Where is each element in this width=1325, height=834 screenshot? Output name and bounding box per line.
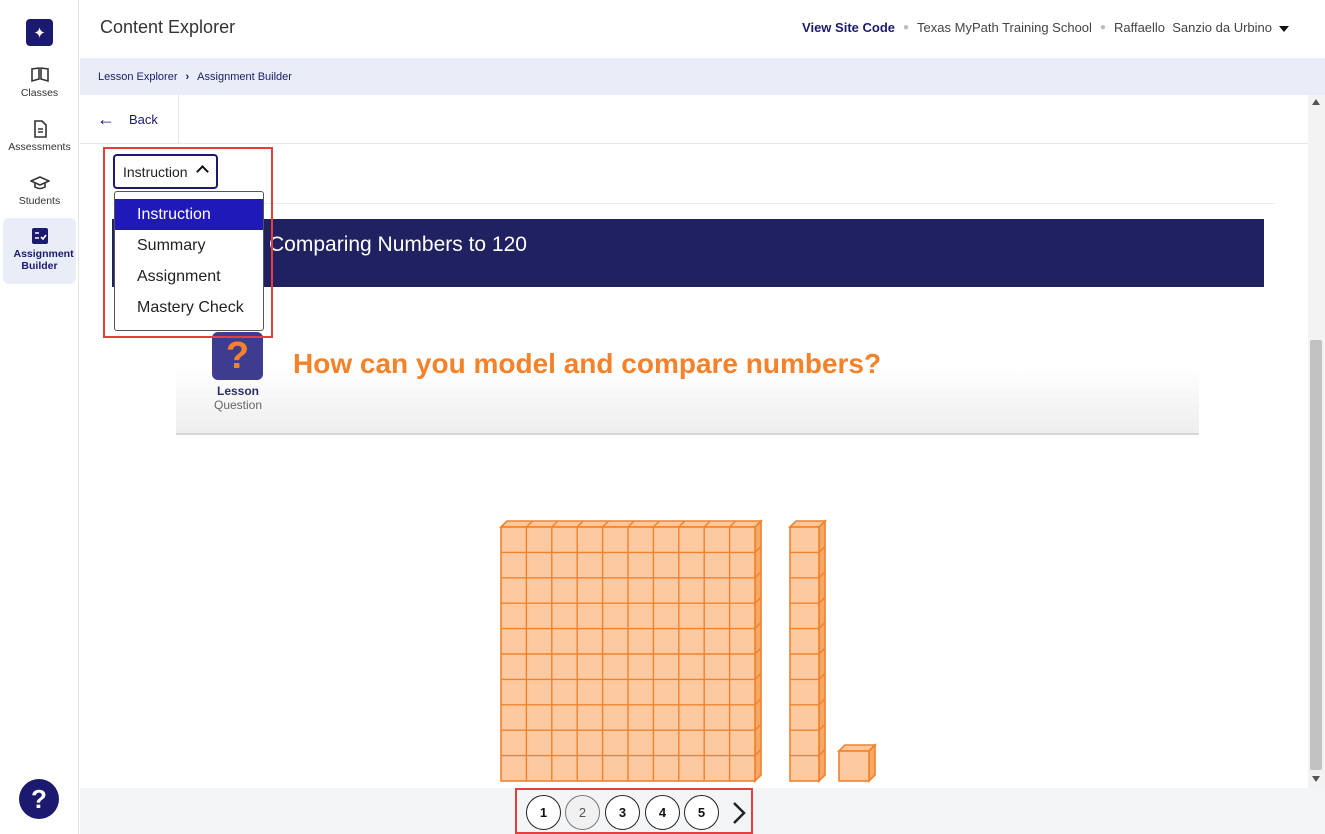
page-button-5[interactable]: 5 — [684, 795, 719, 830]
option-instruction[interactable]: Instruction — [115, 199, 263, 230]
user-name: Raffaello Sanzio da Urbino — [1113, 20, 1272, 35]
caret-down-icon — [1279, 25, 1289, 32]
chevron-right-icon[interactable] — [730, 800, 748, 826]
section-select-menu: Instruction Summary Assignment Mastery C… — [114, 191, 264, 331]
sidebar-item-label: Assessments — [8, 141, 71, 153]
breadcrumb: Lesson Explorer › Assignment Builder — [80, 58, 1325, 95]
back-label: Back — [129, 111, 158, 127]
sidebar-item-assignment-builder[interactable]: Assignment Builder — [3, 218, 76, 284]
lesson-question-label-line1: Lesson — [216, 384, 259, 398]
sidebar-item-label: Assignment Builder — [13, 248, 74, 272]
user-menu[interactable]: Raffaello Sanzio da Urbino — [1114, 20, 1289, 35]
arrow-left-icon: ← — [97, 108, 115, 129]
vertical-scrollbar[interactable] — [1308, 95, 1325, 788]
scroll-thumb[interactable] — [1310, 340, 1322, 770]
left-sidebar: ✦ Classes Assessments Students Assignmen… — [0, 0, 79, 834]
hundreds-flat-block — [499, 519, 763, 783]
sidebar-item-students[interactable]: Students — [3, 171, 76, 211]
scroll-down-icon[interactable] — [1312, 776, 1320, 782]
question-mark-icon: ? — [212, 332, 263, 380]
base-ten-blocks-illustration — [499, 519, 877, 783]
lesson-question-panel: ? Lesson Question How can you model and … — [176, 330, 1199, 435]
chevron-right-icon: › — [185, 70, 190, 83]
breadcrumb-lesson-explorer[interactable]: Lesson Explorer — [98, 71, 178, 83]
back-row: ← Back — [80, 95, 1308, 144]
lesson-title-banner: Comparing Numbers to 120 — [112, 219, 1264, 287]
page-button-3[interactable]: 3 — [605, 795, 640, 830]
option-assignment[interactable]: Assignment — [115, 261, 263, 292]
lesson-question-label: Lesson Question — [202, 384, 274, 412]
header-account-info: View Site Code ● Texas MyPath Training S… — [802, 20, 1289, 35]
back-button[interactable]: ← Back — [80, 95, 179, 143]
sidebar-item-classes[interactable]: Classes — [3, 63, 76, 103]
top-header: Content Explorer View Site Code ● Texas … — [80, 0, 1325, 58]
section-select-value: Instruction — [123, 163, 188, 180]
divider — [112, 203, 1275, 204]
help-icon: ? — [31, 783, 47, 814]
lesson-question-text: How can you model and compare numbers? — [293, 348, 882, 379]
separator-dot: ● — [903, 22, 910, 33]
checklist-icon — [31, 228, 48, 244]
app-logo-icon[interactable]: ✦ — [26, 19, 53, 46]
sidebar-item-assessments[interactable]: Assessments — [3, 117, 76, 157]
page-button-2[interactable]: 2 — [565, 795, 600, 830]
lesson-title: Comparing Numbers to 120 — [269, 233, 527, 256]
document-icon — [33, 120, 47, 138]
chevron-up-icon — [196, 165, 209, 178]
sidebar-item-label: Classes — [20, 87, 59, 99]
view-site-code-link[interactable]: View Site Code — [802, 20, 895, 35]
lesson-question-label-line2: Question — [213, 398, 263, 412]
sidebar-item-label: Students — [18, 195, 61, 207]
page-button-1[interactable]: 1 — [526, 795, 561, 830]
section-select[interactable]: Instruction — [113, 154, 218, 189]
help-button[interactable]: ? — [19, 779, 59, 819]
book-icon — [30, 67, 49, 83]
ones-unit-cube — [837, 743, 877, 783]
option-summary[interactable]: Summary — [115, 230, 263, 261]
school-name: Texas MyPath Training School — [917, 20, 1092, 35]
separator-dot: ● — [1099, 22, 1106, 33]
tens-rod-block — [788, 519, 827, 783]
page-title: Content Explorer — [100, 17, 236, 37]
breadcrumb-assignment-builder[interactable]: Assignment Builder — [197, 71, 292, 83]
graduation-cap-icon — [29, 176, 50, 190]
scroll-up-icon[interactable] — [1312, 99, 1320, 105]
option-mastery-check[interactable]: Mastery Check — [115, 292, 263, 323]
page-button-4[interactable]: 4 — [645, 795, 680, 830]
